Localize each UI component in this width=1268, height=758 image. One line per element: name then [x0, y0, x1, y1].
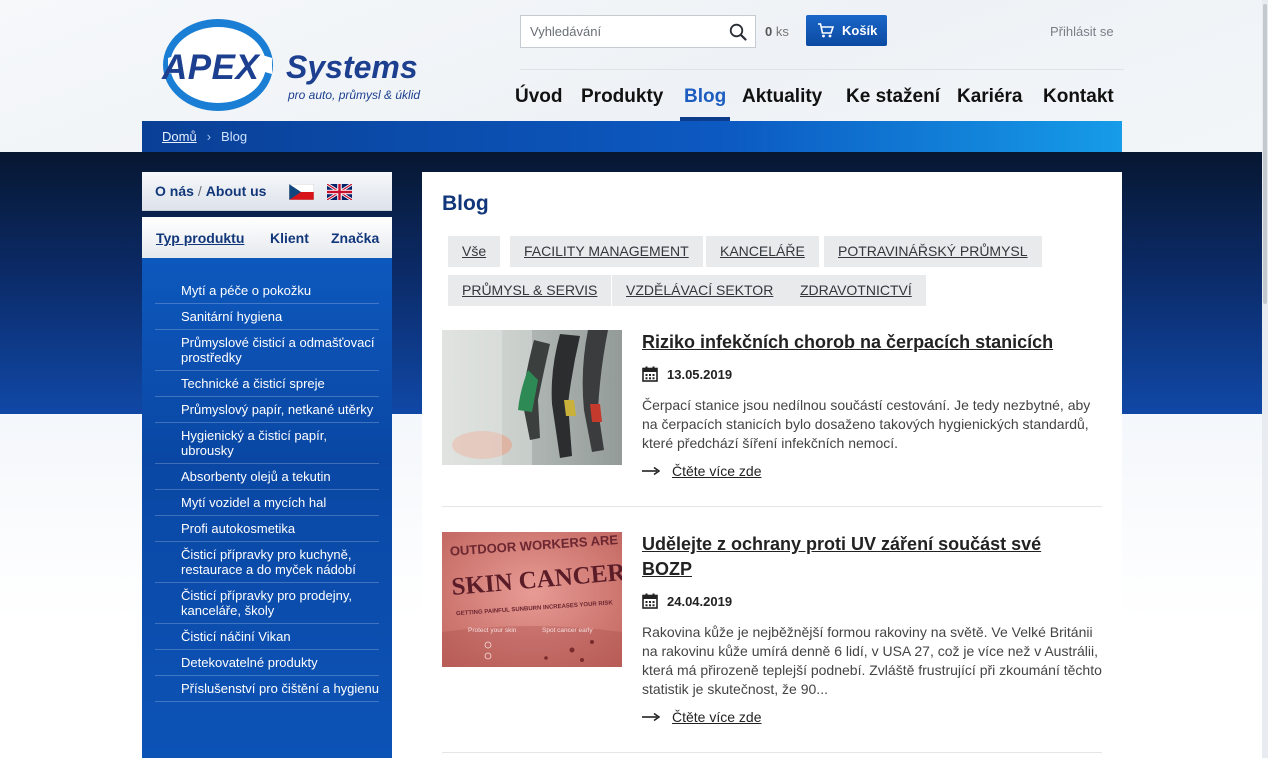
- filter-facility-management[interactable]: FACILITY MANAGEMENT: [510, 236, 703, 267]
- skin-cancer-image: OUTDOOR WORKERS ARE AT GREATER RISK OF S…: [442, 532, 622, 667]
- nav-ke-stazeni[interactable]: Ke stažení: [846, 86, 940, 120]
- nav-uvod[interactable]: Úvod: [515, 86, 563, 120]
- sidebar-item-detekovatelne[interactable]: Detekovatelné produkty: [155, 650, 379, 676]
- post-excerpt: Rakovina kůže je nejběžnější formou rako…: [642, 624, 1102, 697]
- cart-count: 0 ks: [765, 24, 789, 39]
- logo-name: Systems: [286, 49, 418, 85]
- nav-aktuality[interactable]: Aktuality: [742, 86, 822, 120]
- filter-vse[interactable]: Vše: [448, 236, 501, 267]
- breadcrumb: Domů › Blog: [142, 121, 1122, 152]
- uk-flag-icon[interactable]: [327, 184, 352, 200]
- filter-vzdelavaci-sektor[interactable]: VZDĚLÁVACÍ SEKTOR: [612, 275, 788, 306]
- cart-count-value: 0: [765, 24, 773, 39]
- cart-label: Košík: [842, 23, 878, 38]
- search-input[interactable]: [521, 16, 721, 47]
- sidebar-item-vikan[interactable]: Čisticí náčiní Vikan: [155, 624, 379, 650]
- nav-produkty[interactable]: Produkty: [581, 86, 663, 120]
- search-icon[interactable]: [729, 23, 747, 41]
- sidebar-item-prumyslove-cistici[interactable]: Průmyslové čisticí a odmašťovací prostře…: [155, 330, 379, 371]
- post-date: 13.05.2019: [642, 366, 732, 382]
- post-thumbnail-fuel-pumps[interactable]: [442, 330, 622, 465]
- fuel-pump-image: [442, 330, 622, 465]
- calendar-icon: [642, 366, 658, 382]
- logo-tagline: pro auto, průmysl & úklid: [288, 88, 421, 102]
- sidebar-item-prislusenstvi[interactable]: Příslušenství pro čištění a hygienu: [155, 676, 379, 702]
- post-divider: [442, 752, 1102, 753]
- sidebar-item-kuchyne[interactable]: Čisticí přípravky pro kuchyně, restaurac…: [155, 542, 379, 583]
- sidebar-tabs: Typ produktu Klient Značka: [142, 217, 392, 258]
- about-bar: O nás / About us: [142, 172, 392, 211]
- scrollbar-thumb[interactable]: [1263, 4, 1267, 304]
- filter-potravinarsky-prumysl[interactable]: POTRAVINÁŘSKÝ PRŮMYSL: [824, 236, 1042, 267]
- read-more-link[interactable]: Čtěte více zde: [642, 709, 762, 725]
- sidebar-item-prumyslovy-papir[interactable]: Průmyslový papír, netkané utěrky: [155, 397, 379, 423]
- sidebar-item-sanitarni-hygiena[interactable]: Sanitární hygiena: [155, 304, 379, 330]
- tab-klient[interactable]: Klient: [270, 230, 309, 246]
- post-date-text: 13.05.2019: [667, 366, 733, 382]
- cart-button[interactable]: Košík: [806, 15, 887, 46]
- scrollbar[interactable]: [1262, 0, 1268, 758]
- image-caption-left: Protect your skin: [468, 627, 517, 634]
- read-more-label: Čtěte více zde: [672, 709, 762, 725]
- breadcrumb-current: Blog: [221, 129, 248, 144]
- sidebar-item-autokosmetika[interactable]: Profi autokosmetika: [155, 516, 379, 542]
- sidebar-item-spreje[interactable]: Technické a čisticí spreje: [155, 371, 379, 397]
- filter-kancelare[interactable]: KANCELÁŘE: [706, 236, 819, 267]
- filter-zdravotnictvi[interactable]: ZDRAVOTNICTVÍ: [786, 275, 926, 306]
- about-separator: /: [197, 183, 202, 199]
- sidebar-item-absorbenty[interactable]: Absorbenty olejů a tekutin: [155, 464, 379, 490]
- tab-typ-produktu[interactable]: Typ produktu: [156, 230, 244, 246]
- cart-count-unit: ks: [775, 24, 789, 39]
- arrow-right-icon: [642, 712, 660, 722]
- cart-icon: [818, 23, 834, 38]
- arrow-right-icon: [642, 466, 660, 476]
- nav-kontakt[interactable]: Kontakt: [1043, 86, 1114, 120]
- main-content: Blog Vše FACILITY MANAGEMENT KANCELÁŘE P…: [422, 172, 1122, 758]
- breadcrumb-separator: ›: [206, 129, 212, 144]
- sidebar-item-myti-vozidel[interactable]: Mytí vozidel a mycích hal: [155, 490, 379, 516]
- calendar-icon: [642, 593, 658, 609]
- read-more-link[interactable]: Čtěte více zde: [642, 463, 762, 479]
- about-link-en[interactable]: About us: [206, 183, 267, 199]
- sidebar-item-prodejny[interactable]: Čisticí přípravky pro prodejny, kancelář…: [155, 583, 379, 624]
- sidebar-item-myti-pece[interactable]: Mytí a péče o pokožku: [155, 278, 379, 304]
- post-thumbnail-skin-cancer[interactable]: OUTDOOR WORKERS ARE AT GREATER RISK OF S…: [442, 532, 622, 667]
- sidebar-menu: Mytí a péče o pokožku Sanitární hygiena …: [142, 258, 392, 758]
- post-date-text: 24.04.2019: [667, 593, 733, 609]
- tab-znacka[interactable]: Značka: [331, 230, 379, 246]
- blog-post: Riziko infekčních chorob na čerpacích st…: [442, 330, 1102, 500]
- post-date: 24.04.2019: [642, 593, 732, 609]
- post-title[interactable]: Riziko infekčních chorob na čerpacích st…: [642, 330, 1082, 355]
- czech-flag-icon[interactable]: [289, 184, 314, 200]
- post-title[interactable]: Udělejte z ochrany proti UV záření součá…: [642, 532, 1082, 582]
- page-title: Blog: [442, 192, 489, 215]
- post-divider: [442, 506, 1102, 507]
- post-excerpt: Čerpací stanice jsou nedílnou součástí c…: [642, 397, 1091, 451]
- breadcrumb-home[interactable]: Domů: [162, 129, 197, 144]
- nav-kariera[interactable]: Kariéra: [957, 86, 1023, 120]
- search-box: [520, 15, 756, 48]
- about-link-cz[interactable]: O nás: [155, 183, 194, 199]
- login-link[interactable]: Přihlásit se: [1050, 24, 1114, 39]
- logo-brand: APEX: [162, 48, 260, 87]
- sidebar-item-hygienicky-papir[interactable]: Hygienický a čisticí papír, ubrousky: [155, 423, 379, 464]
- logo[interactable]: APEX Systems pro auto, průmysl & úklid: [160, 18, 440, 114]
- read-more-label: Čtěte více zde: [672, 463, 762, 479]
- blog-post: OUTDOOR WORKERS ARE AT GREATER RISK OF S…: [442, 532, 1102, 752]
- nav-divider: [520, 69, 1124, 70]
- filter-prumysl-servis[interactable]: PRŮMYSL & SERVIS: [448, 275, 612, 306]
- nav-blog[interactable]: Blog: [679, 86, 731, 121]
- image-caption-right: Spot cancer early: [542, 627, 593, 634]
